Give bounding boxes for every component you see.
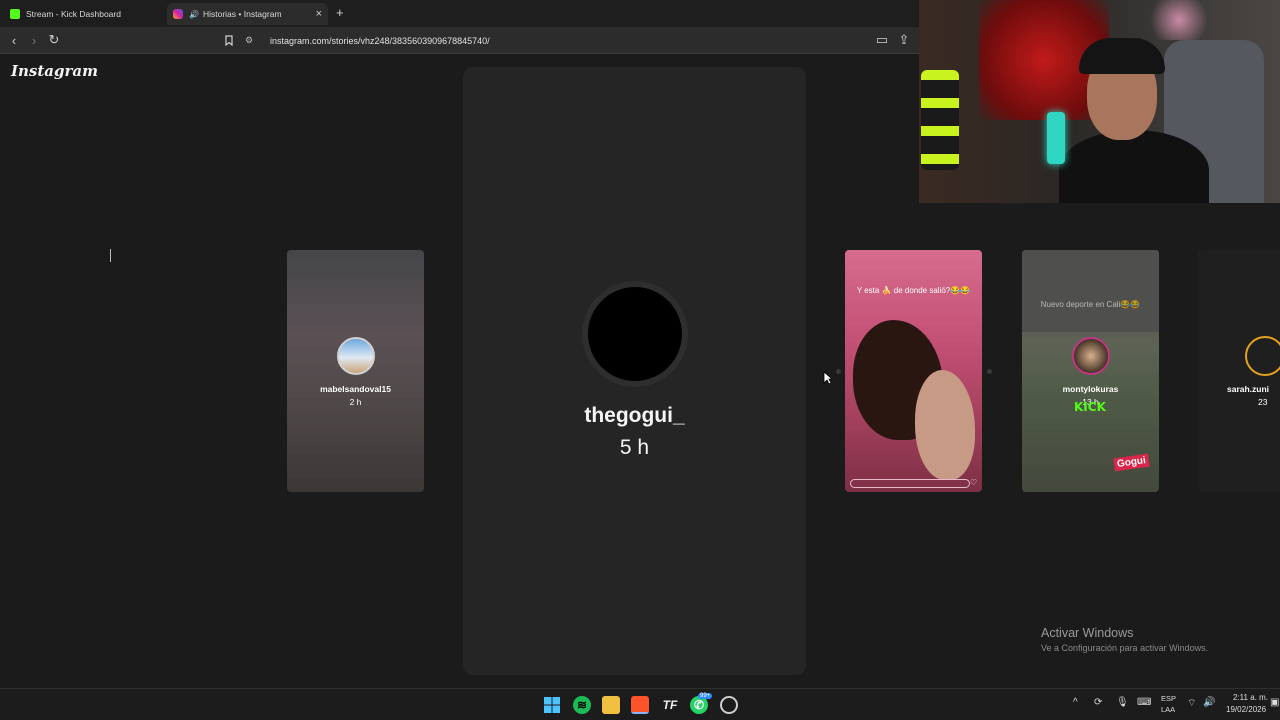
text-cursor <box>110 249 111 262</box>
story-preview-mabelsandoval15[interactable]: mabelsandoval15 2 h <box>287 250 424 492</box>
story-username[interactable]: thegogui_ <box>463 404 806 428</box>
tray-chevron-icon[interactable]: ^ <box>1073 697 1078 708</box>
spotify-icon[interactable]: ≋ <box>573 696 591 714</box>
reply-field[interactable] <box>850 479 970 488</box>
story-username: mabelsandoval15 <box>320 384 391 394</box>
back-icon[interactable]: ‹ <box>5 31 23 49</box>
kick-favicon-icon <box>10 9 20 19</box>
whatsapp-badge: 99+ <box>698 693 713 699</box>
story-caption: Y esta 🍌 de donde salió?😂😂 <box>856 286 971 295</box>
browser-toolbar: ‹ › ↻ ⚙ instagram.com/stories/vhz248/383… <box>0 27 919 54</box>
webcam-overlay <box>919 0 1280 203</box>
story-username: montylokuras <box>1062 384 1119 394</box>
close-tab-icon[interactable]: × <box>316 8 322 20</box>
story-time: 5 h <box>619 436 650 459</box>
story-username: sarah.zuni <box>1227 384 1270 394</box>
site-settings-icon[interactable]: ⚙ <box>245 35 259 46</box>
story-time: 2 h <box>349 397 362 407</box>
heart-icon[interactable]: ♡ <box>970 478 977 487</box>
keyboard-layout-indicator[interactable]: LAA <box>1161 705 1175 714</box>
avatar <box>1071 337 1110 375</box>
forward-icon[interactable]: › <box>25 31 43 49</box>
share-icon[interactable]: ⇪ <box>895 31 913 49</box>
webcam-decor <box>1149 0 1209 40</box>
bookmark-icon[interactable] <box>220 31 238 49</box>
new-tab-button[interactable]: + <box>336 5 344 20</box>
story-preview-montylokuras[interactable]: Nuevo deporte en Cali😂😂 montylokuras 13 … <box>1022 250 1159 492</box>
mouse-pointer-icon <box>823 371 833 385</box>
notification-icon[interactable]: ▣ <box>1270 697 1279 708</box>
avatar <box>336 337 375 375</box>
activate-windows-title: Activar Windows <box>1041 626 1134 640</box>
clock-date[interactable]: 19/02/2026 <box>1226 705 1266 714</box>
address-text: instagram.com/stories/vhz248/38356039096… <box>270 35 490 46</box>
microphone-icon[interactable]: 🎙 <box>1116 697 1129 708</box>
volume-icon[interactable]: 🔊 <box>1203 697 1215 708</box>
cast-icon[interactable]: ▭ <box>873 31 891 49</box>
avatar-ring <box>1245 336 1280 376</box>
reload-icon[interactable]: ↻ <box>45 31 63 49</box>
chatgpt-icon[interactable] <box>720 696 738 714</box>
tab-title: Stream - Kick Dashboard <box>26 9 121 19</box>
tab-title: Historias • Instagram <box>202 9 282 19</box>
webcam-pc-lights <box>921 70 959 170</box>
brave-browser-icon[interactable] <box>631 696 649 714</box>
nav-dot <box>987 369 992 374</box>
address-bar[interactable]: ⚙ instagram.com/stories/vhz248/383560390… <box>245 30 895 51</box>
sync-icon[interactable]: ⟳ <box>1094 697 1102 708</box>
kick-logo: KICK <box>1074 400 1106 414</box>
activate-windows-subtitle: Ve a Configuración para activar Windows. <box>1041 643 1209 653</box>
file-explorer-icon[interactable] <box>602 696 620 714</box>
nav-dot <box>836 369 841 374</box>
wifi-icon[interactable]: ⌔ <box>1187 697 1196 710</box>
language-indicator[interactable]: ESP <box>1161 694 1176 703</box>
story-preview-sarah[interactable]: sarah.zuni 23 <box>1198 250 1280 492</box>
story-time: 23 <box>1258 397 1268 407</box>
story-avatar[interactable] <box>588 287 682 381</box>
tf-app-icon[interactable]: TF <box>661 696 679 714</box>
windows-start-icon[interactable] <box>543 696 561 714</box>
speaker-icon[interactable]: 🔊 <box>189 10 199 19</box>
instagram-favicon-icon <box>173 9 183 19</box>
story-preview-dog[interactable]: Y esta 🍌 de donde salió?😂😂 ♡ <box>845 250 982 492</box>
tab-kick-dashboard[interactable]: Stream - Kick Dashboard <box>4 3 164 25</box>
clock-time[interactable]: 2:11 a. m. <box>1233 693 1268 702</box>
webcam-person-body <box>1059 130 1209 203</box>
keyboard-icon[interactable]: ⌨ <box>1137 697 1151 708</box>
tab-instagram-stories[interactable]: 🔊 Historias • Instagram × <box>167 3 328 25</box>
webcam-microphone <box>1047 112 1065 164</box>
instagram-logo[interactable]: Instagram <box>11 62 98 80</box>
webcam-person-cap <box>1079 38 1165 74</box>
browser-tab-bar: Stream - Kick Dashboard 🔊 Historias • In… <box>0 0 919 27</box>
person-image <box>915 370 975 480</box>
